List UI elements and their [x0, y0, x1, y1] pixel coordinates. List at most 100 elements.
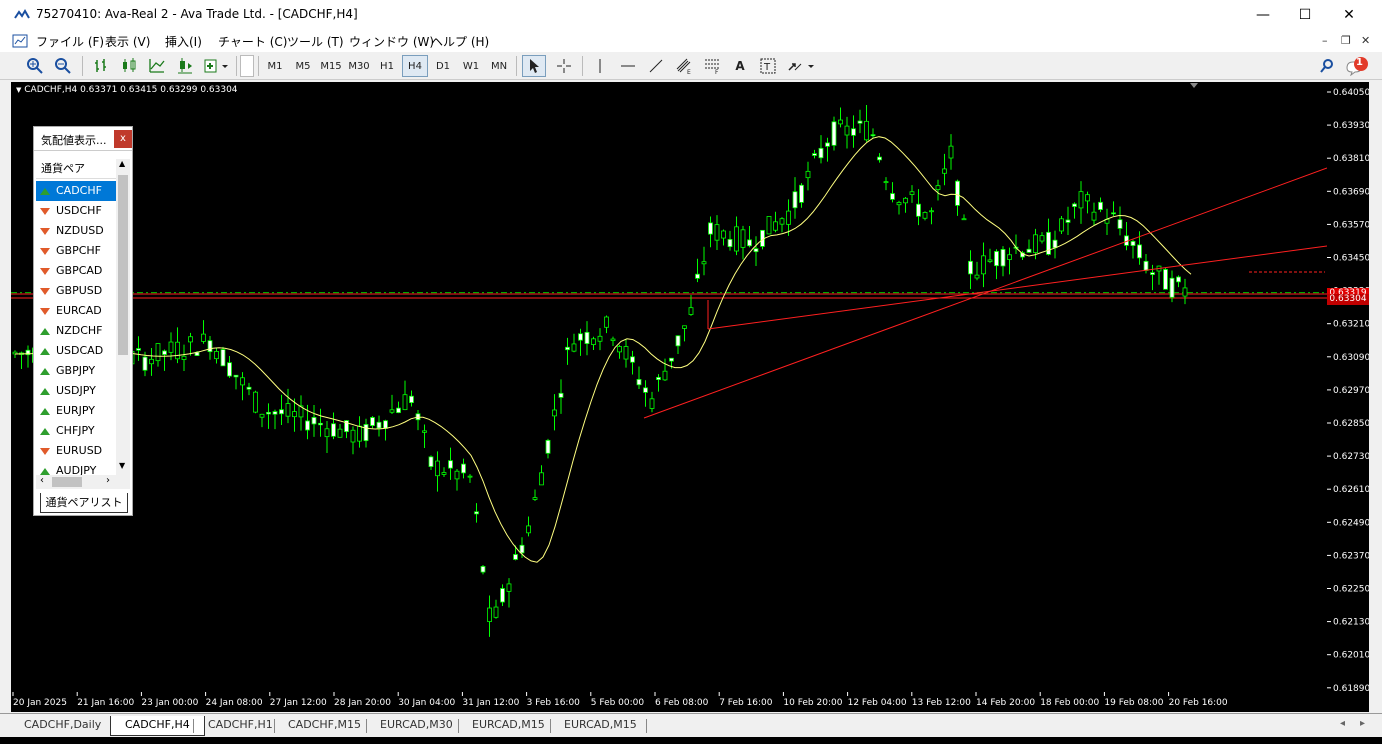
fibonacci-icon[interactable]: F	[700, 55, 724, 77]
tab-cadchf-m15[interactable]: CADCHF,M15	[274, 716, 375, 736]
market-watch-header: 気配値表示... x	[34, 127, 132, 151]
text-tool-icon[interactable]: A	[728, 55, 752, 77]
timeframe-m15-button[interactable]: M15	[318, 55, 344, 77]
price-tick-label: 0.62490	[1333, 518, 1369, 528]
price-up-arrow-icon	[40, 327, 50, 335]
tab-cadchf-daily[interactable]: CADCHF,Daily	[10, 716, 115, 736]
candle-body	[1065, 219, 1071, 223]
candle-body	[604, 316, 609, 328]
menu-view[interactable]: 表示 (V)	[105, 33, 150, 50]
time-tick-label: 24 Jan 08:00	[206, 698, 263, 708]
timeframe-m30-button[interactable]: M30	[346, 55, 372, 77]
timeframe-m1-button[interactable]: M1	[262, 55, 288, 77]
price-chart[interactable]: ▼ CADCHF,H4 0.63371 0.63415 0.63299 0.63…	[11, 82, 1327, 692]
symbol-row[interactable]: USDJPY	[36, 381, 116, 401]
menu-tools[interactable]: ツール (T)	[287, 33, 344, 50]
candle-body	[513, 554, 518, 560]
crosshair-icon[interactable]	[552, 55, 576, 77]
menu-help[interactable]: ヘルプ (H)	[431, 33, 489, 50]
candlestick-plot	[11, 83, 1327, 637]
text-label-icon[interactable]: T	[756, 55, 780, 77]
price-axis[interactable]: 0.64050 0.63930 0.63810 0.63690 0.63570 0.634…	[1327, 82, 1370, 694]
candle-body	[1098, 201, 1103, 210]
symbol-list-tab[interactable]: 通貨ペアリスト	[40, 493, 128, 513]
candle-body	[552, 409, 557, 417]
line-chart-icon[interactable]	[146, 55, 168, 77]
symbol-row[interactable]: GBPCHF	[36, 241, 116, 261]
menu-chart[interactable]: チャート (C)	[218, 33, 287, 50]
symbol-row[interactable]: USDCAD	[36, 341, 116, 361]
trendline-2	[707, 245, 1327, 330]
minimize-button[interactable]: —	[1240, 0, 1286, 30]
tab-eurcad-m15[interactable]: EURCAD,M15	[458, 716, 559, 736]
zoom-in-icon[interactable]	[24, 55, 46, 77]
timeframe-mn-button[interactable]: MN	[486, 55, 512, 77]
symbol-row[interactable]: NZDUSD	[36, 221, 116, 241]
candle-body	[987, 259, 993, 262]
symbol-row[interactable]: CADCHF	[36, 181, 116, 201]
candle-body	[1163, 269, 1168, 290]
arrows-dropdown-icon[interactable]	[784, 55, 818, 77]
menu-insert[interactable]: 挿入(I)	[165, 33, 202, 50]
indicators-dropdown-icon[interactable]	[202, 55, 230, 77]
trendline-icon[interactable]	[644, 55, 668, 77]
symbol-row[interactable]: EURJPY	[36, 401, 116, 421]
symbol-row[interactable]: CHFJPY	[36, 421, 116, 441]
symbol-name: GBPCAD	[56, 264, 103, 277]
scroll-up-icon[interactable]: ▲	[119, 159, 125, 168]
scroll-right-icon[interactable]: ›	[106, 475, 110, 486]
equidistant-channel-icon[interactable]: E	[672, 55, 696, 77]
candle-body	[688, 307, 694, 315]
tabs-scroll-left-icon[interactable]: ◂	[1340, 718, 1345, 729]
symbol-row[interactable]: EURUSD	[36, 441, 116, 461]
candle-body	[318, 422, 323, 426]
autoscroll-icon[interactable]	[174, 55, 196, 77]
price-tick-label: 0.62850	[1333, 419, 1369, 429]
candle-body	[974, 274, 980, 279]
scroll-left-icon[interactable]: ‹	[40, 475, 44, 486]
tabs-scroll-right-icon[interactable]: ▸	[1360, 718, 1365, 729]
timeframe-h4-button[interactable]: H4	[402, 55, 428, 77]
cursor-icon[interactable]	[522, 55, 546, 77]
close-button[interactable]: ✕	[1326, 0, 1372, 30]
tab-eurcad-m30[interactable]: EURCAD,M30	[366, 716, 467, 736]
candlestick-chart-icon[interactable]	[118, 55, 140, 77]
tab-cadchf-h4[interactable]: CADCHF,H4	[110, 716, 205, 736]
symbol-row[interactable]: GBPCAD	[36, 261, 116, 281]
mdi-minimize-button[interactable]: –	[1322, 34, 1328, 47]
time-axis[interactable]: 20 Jan 2025 21 Jan 16:00 23 Jan 00:00 24 Ja…	[11, 692, 1369, 712]
symbol-column-header[interactable]: 通貨ペア	[36, 159, 116, 179]
scrollbar-thumb[interactable]	[118, 175, 128, 355]
zoom-out-icon[interactable]	[52, 55, 74, 77]
menu-file[interactable]: ファイル (F)	[36, 33, 104, 50]
scroll-down-icon[interactable]: ▼	[119, 461, 125, 470]
symbol-row[interactable]: EURCAD	[36, 301, 116, 321]
timeframe-h1-button[interactable]: H1	[374, 55, 400, 77]
notifications-icon[interactable]: 1	[1344, 55, 1370, 77]
tab-cadchf-h1[interactable]: CADCHF,H1	[194, 716, 287, 736]
mdi-close-button[interactable]: ✕	[1361, 34, 1370, 47]
bar-chart-icon[interactable]	[90, 55, 112, 77]
timeframe-d1-button[interactable]: D1	[430, 55, 456, 77]
candle-body	[370, 417, 375, 426]
candle-body	[656, 377, 661, 380]
tab-eurcad-m15-2[interactable]: EURCAD,M15	[550, 716, 651, 736]
market-watch-vertical-scrollbar[interactable]: ▲ ▼	[116, 159, 130, 475]
menu-window[interactable]: ウィンドウ (W)	[349, 33, 434, 50]
vertical-line-icon[interactable]	[588, 55, 612, 77]
timeframe-m5-button[interactable]: M5	[290, 55, 316, 77]
scrollbar-thumb[interactable]	[52, 477, 82, 487]
chart-menu-arrow-icon[interactable]: ▼	[16, 86, 21, 94]
timeframe-w1-button[interactable]: W1	[458, 55, 484, 77]
symbol-row[interactable]: NZDCHF	[36, 321, 116, 341]
toolbar-blank-button[interactable]	[240, 55, 254, 77]
symbol-row[interactable]: USDCHF	[36, 201, 116, 221]
search-icon[interactable]	[1316, 55, 1338, 77]
mdi-restore-button[interactable]: ❐	[1341, 34, 1351, 47]
market-watch-horizontal-scrollbar[interactable]: ‹ ›	[36, 475, 130, 489]
market-watch-close-button[interactable]: x	[114, 130, 132, 148]
symbol-row[interactable]: GBPUSD	[36, 281, 116, 301]
symbol-row[interactable]: GBPJPY	[36, 361, 116, 381]
maximize-button[interactable]: ☐	[1282, 0, 1328, 30]
horizontal-line-icon[interactable]	[616, 55, 640, 77]
